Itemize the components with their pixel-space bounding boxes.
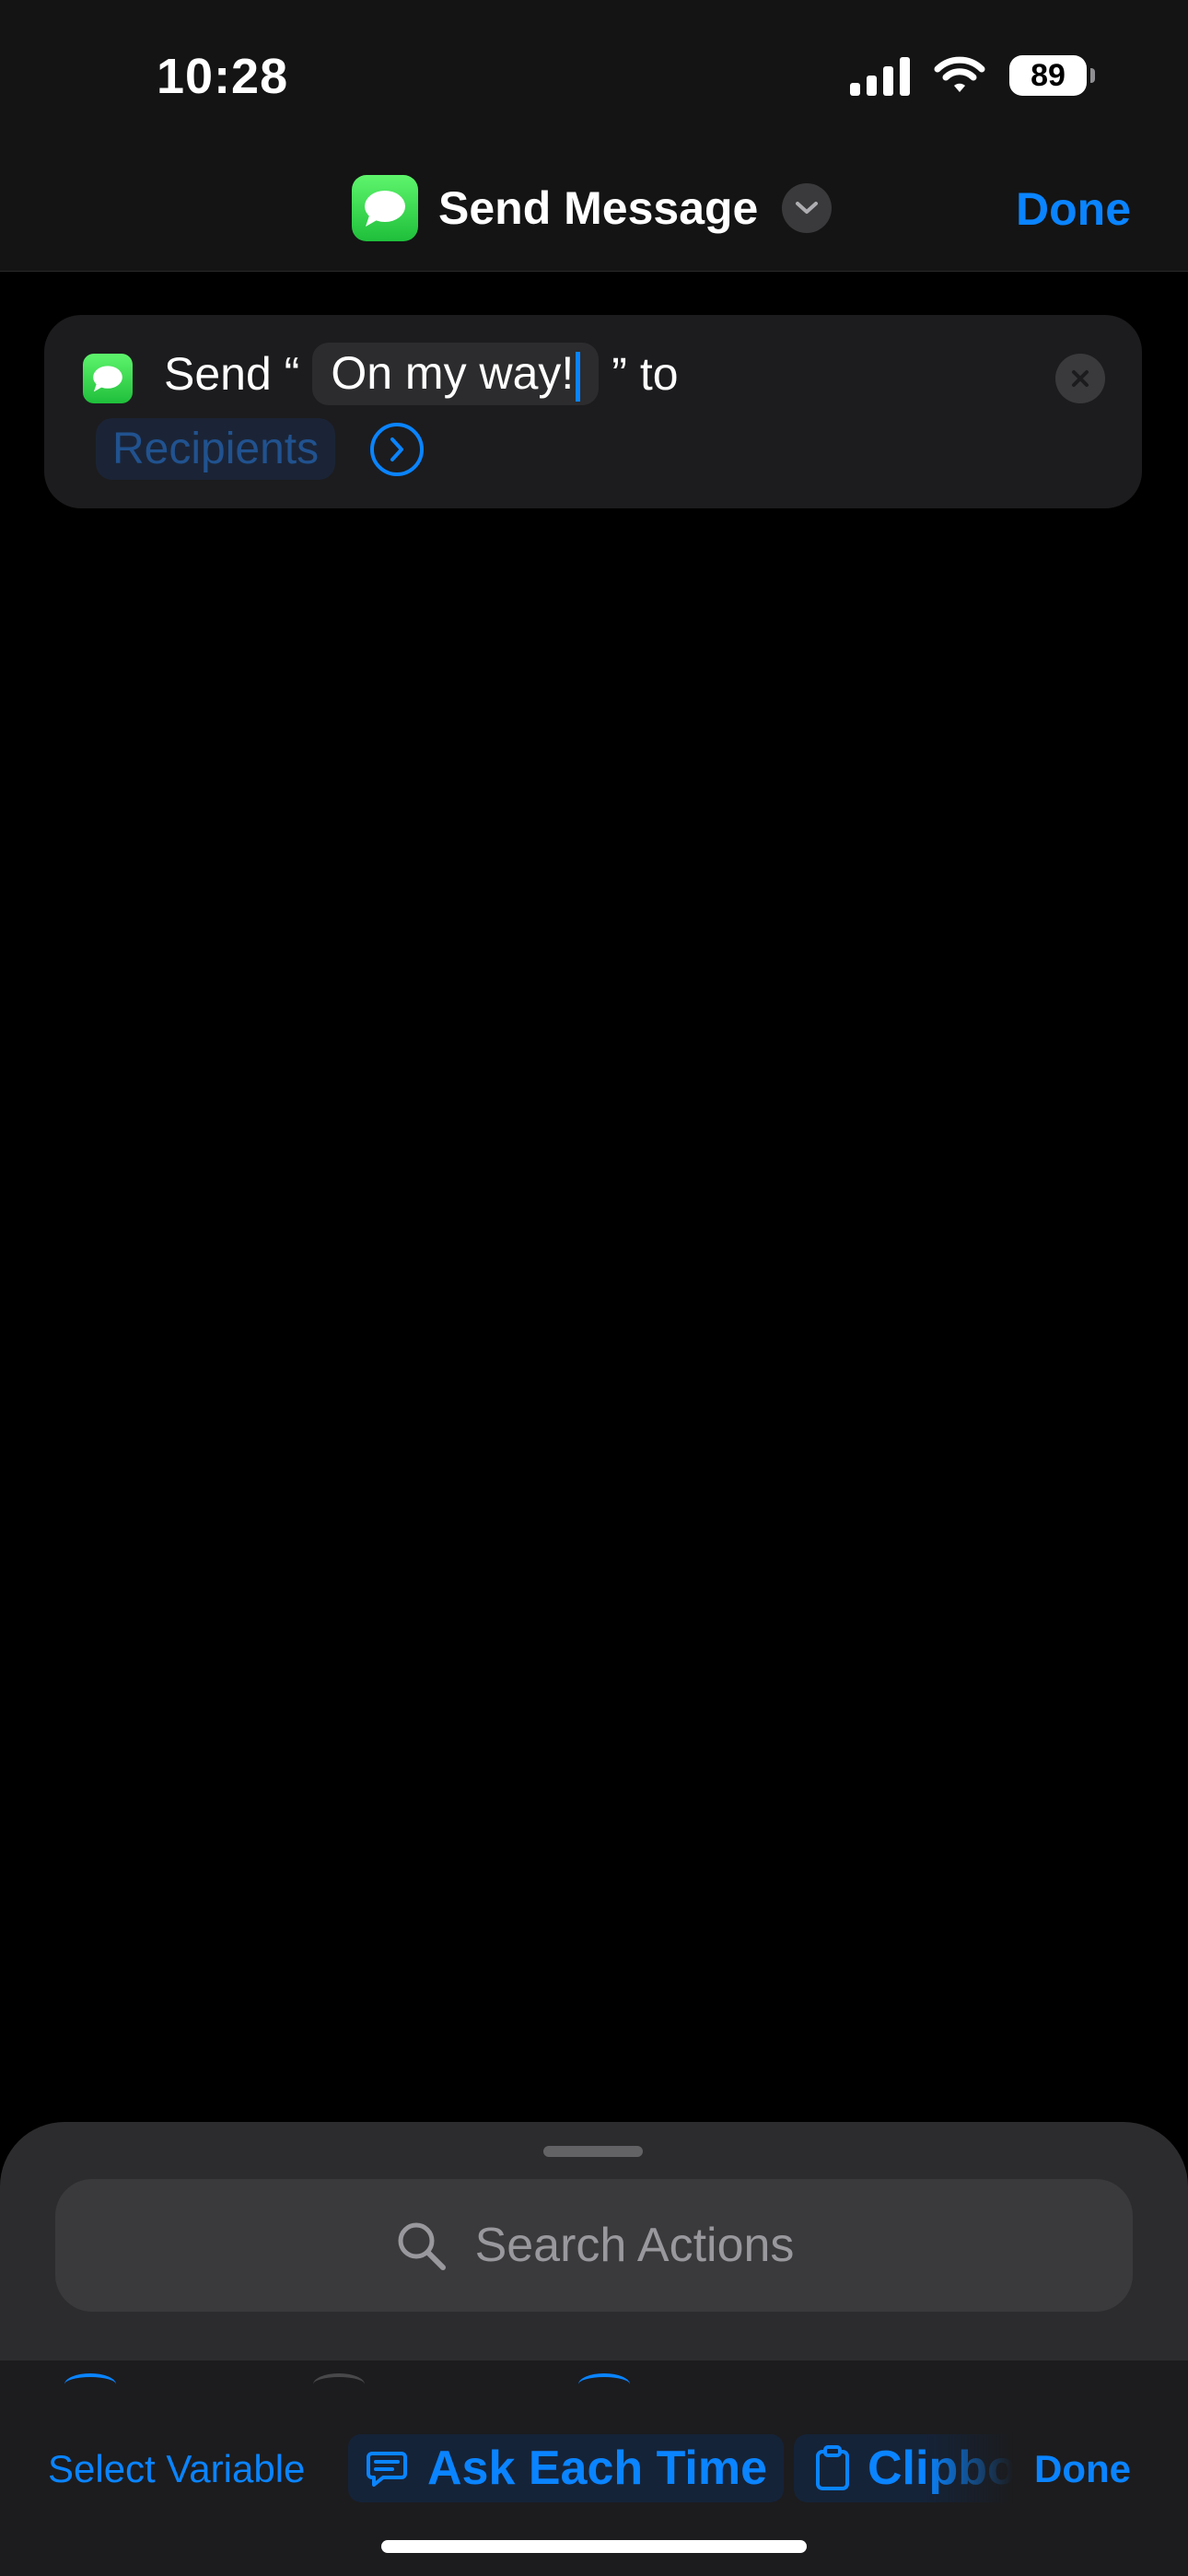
send-message-action-card: Send “ On my way! ” to Recipients bbox=[44, 315, 1142, 508]
action-title-menu[interactable]: Send Message bbox=[352, 175, 833, 241]
hidden-row-icon bbox=[313, 2373, 365, 2395]
ask-each-time-label: Ask Each Time bbox=[427, 2442, 768, 2495]
hidden-row-icon bbox=[578, 2373, 630, 2395]
ask-each-time-button[interactable]: Ask Each Time bbox=[348, 2434, 785, 2502]
message-text: On my way! bbox=[331, 347, 575, 399]
send-prefix-text: Send “ bbox=[164, 347, 300, 400]
select-variable-button[interactable]: Select Variable bbox=[48, 2447, 305, 2491]
search-actions-field[interactable]: Search Actions bbox=[55, 2179, 1133, 2312]
battery-icon: 89 bbox=[1009, 55, 1095, 96]
close-icon bbox=[1072, 370, 1089, 387]
done-button[interactable]: Done bbox=[1016, 182, 1131, 236]
hidden-row-icon bbox=[64, 2373, 116, 2395]
status-bar: 10:28 89 bbox=[0, 0, 1188, 157]
remove-action-button[interactable] bbox=[1055, 354, 1105, 403]
sheet-grabber[interactable] bbox=[543, 2146, 643, 2157]
action-sentence: Send “ On my way! ” to bbox=[164, 343, 679, 405]
nav-bar: Send Message Done bbox=[0, 157, 1188, 272]
wifi-icon bbox=[934, 56, 985, 92]
send-suffix-text: ” to bbox=[611, 347, 679, 400]
recipients-field[interactable]: Recipients bbox=[96, 418, 336, 480]
battery-level: 89 bbox=[1031, 57, 1066, 93]
clipboard-label: Clipboard bbox=[868, 2442, 1013, 2495]
home-indicator[interactable] bbox=[381, 2540, 807, 2553]
text-cursor bbox=[576, 351, 581, 402]
recipients-row: Recipients bbox=[96, 418, 425, 480]
clipboard-button[interactable]: Clipboard bbox=[794, 2434, 1013, 2502]
status-icons: 89 bbox=[850, 55, 1095, 96]
chevron-right-icon bbox=[390, 437, 404, 461]
message-text-field[interactable]: On my way! bbox=[312, 343, 600, 405]
speech-bubble-icon bbox=[367, 2452, 407, 2487]
chevron-down-icon[interactable] bbox=[782, 183, 833, 233]
messages-app-icon bbox=[352, 175, 418, 241]
status-time: 10:28 bbox=[157, 49, 289, 104]
expand-options-button[interactable] bbox=[370, 422, 425, 476]
search-placeholder: Search Actions bbox=[474, 2219, 795, 2272]
clipboard-icon bbox=[816, 2445, 849, 2490]
messages-icon bbox=[83, 354, 133, 403]
search-icon bbox=[398, 2222, 446, 2270]
toolbar-done-button[interactable]: Done bbox=[1034, 2447, 1131, 2491]
cellular-signal-icon bbox=[850, 55, 910, 96]
nav-title: Send Message bbox=[438, 182, 759, 234]
